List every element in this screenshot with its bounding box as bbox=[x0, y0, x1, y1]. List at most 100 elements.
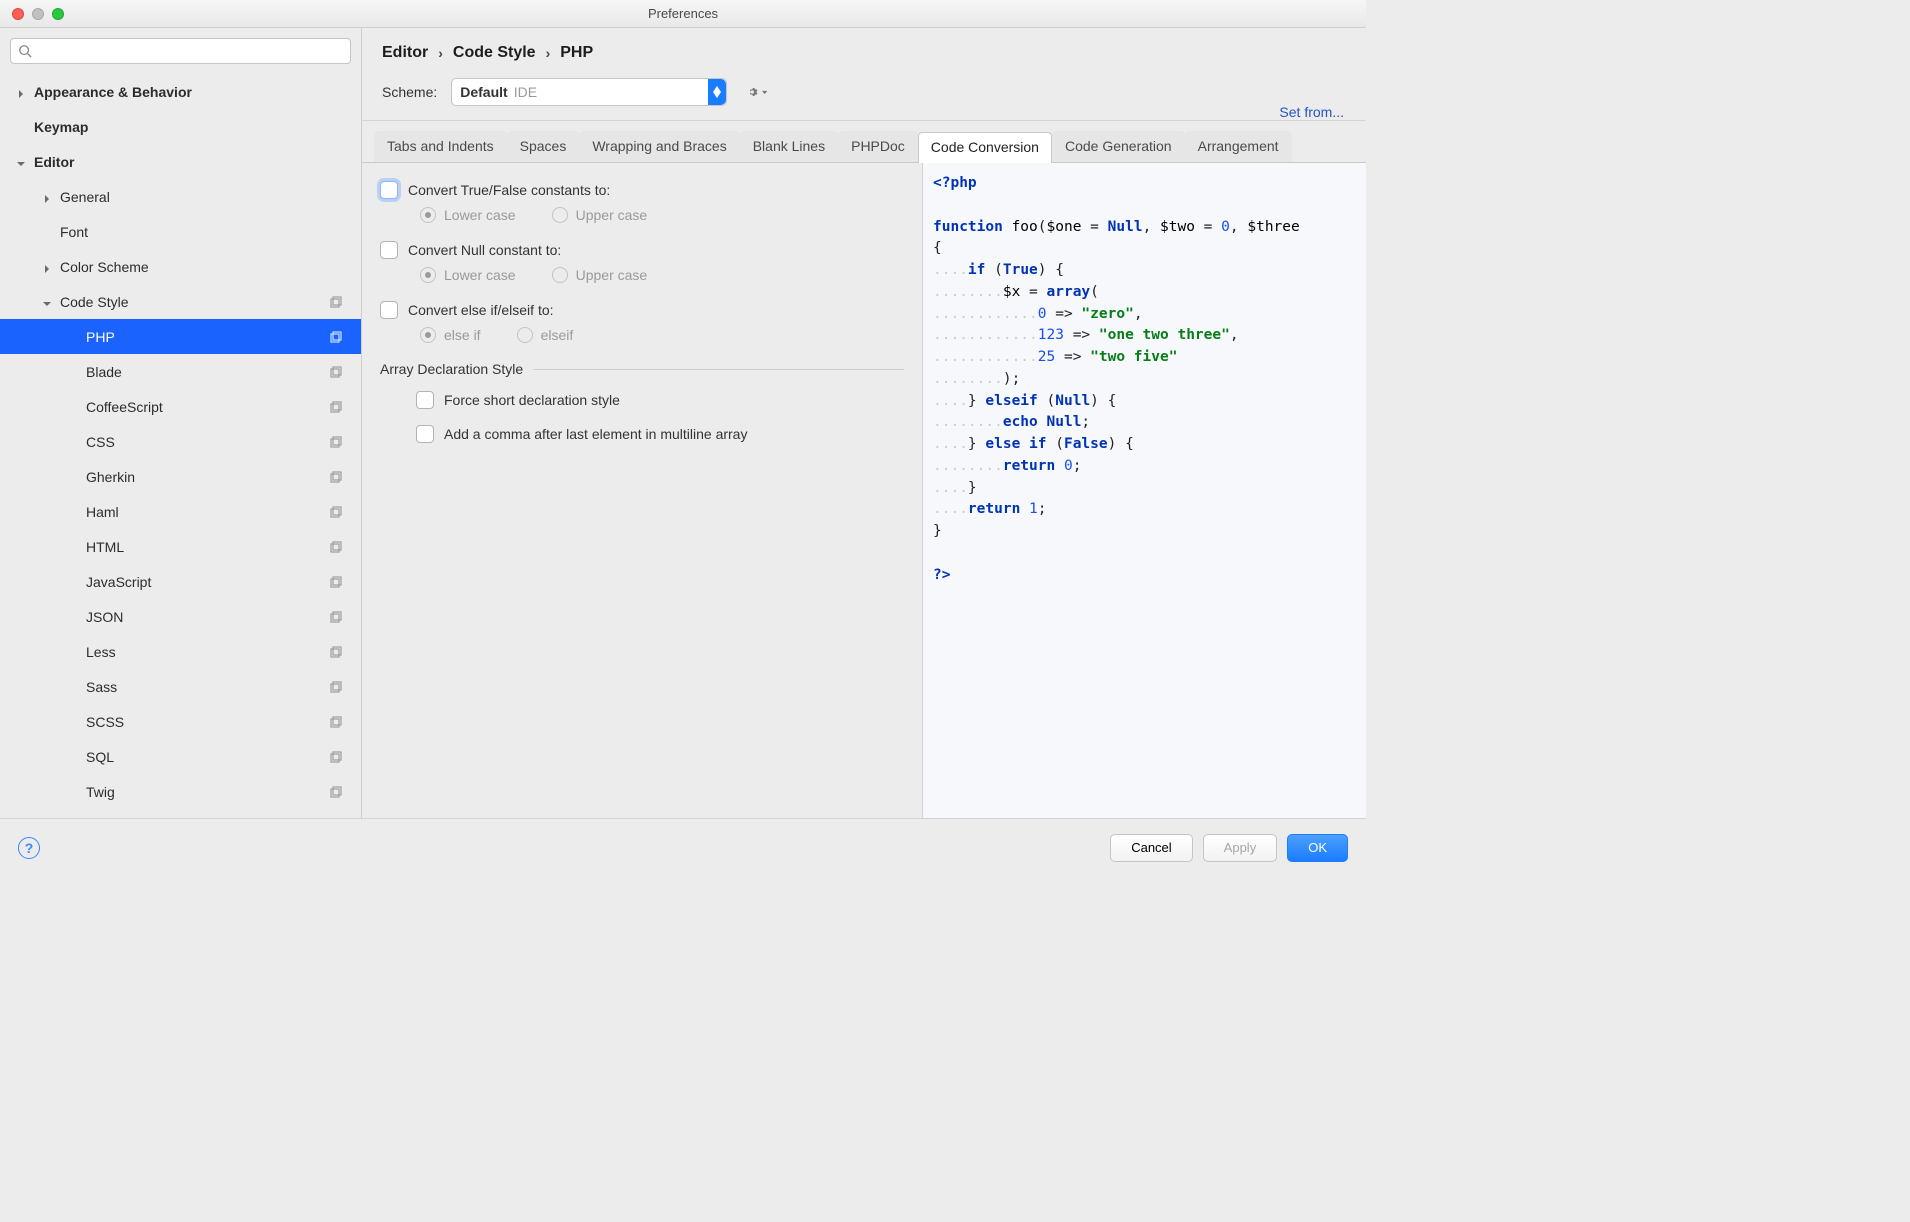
divider bbox=[533, 369, 904, 370]
copy-icon bbox=[329, 715, 343, 729]
tree-item-label: Font bbox=[60, 224, 88, 240]
convert-null-label: Convert Null constant to: bbox=[408, 242, 561, 258]
tree-item-label: Gherkin bbox=[86, 469, 135, 485]
settings-tree: Appearance & Behavior Keymap Editor General… bbox=[0, 72, 361, 818]
tab-arrangement[interactable]: Arrangement bbox=[1185, 131, 1292, 162]
tree-item-label: HTML bbox=[86, 539, 124, 555]
copy-icon bbox=[329, 750, 343, 764]
copy-icon bbox=[329, 610, 343, 624]
copy-icon bbox=[329, 645, 343, 659]
chevron-down-icon[interactable] bbox=[16, 157, 26, 167]
copy-icon bbox=[329, 365, 343, 379]
tree-item-label: Editor bbox=[34, 154, 74, 170]
tree-item-gherkin[interactable]: Gherkin bbox=[0, 459, 361, 494]
force-short-decl-label: Force short declaration style bbox=[444, 392, 620, 408]
chevron-right-icon[interactable] bbox=[16, 87, 26, 97]
tab-wrapping-and-braces[interactable]: Wrapping and Braces bbox=[579, 131, 739, 162]
tree-item-general[interactable]: General bbox=[0, 179, 361, 214]
copy-icon bbox=[329, 435, 343, 449]
tab-spaces[interactable]: Spaces bbox=[507, 131, 580, 162]
tab-code-conversion[interactable]: Code Conversion bbox=[918, 132, 1052, 163]
tree-item-font[interactable]: Font bbox=[0, 214, 361, 249]
tree-item-label: Haml bbox=[86, 504, 119, 520]
cancel-button[interactable]: Cancel bbox=[1110, 834, 1192, 862]
chevron-right-icon: › bbox=[546, 45, 551, 61]
tree-item-label: PHP bbox=[86, 329, 115, 345]
tree-item-label: CSS bbox=[86, 434, 115, 450]
add-trailing-comma-checkbox[interactable] bbox=[416, 425, 434, 443]
breadcrumb-php: PHP bbox=[560, 44, 593, 62]
tree-item-css[interactable]: CSS bbox=[0, 424, 361, 459]
tree-item-color-scheme[interactable]: Color Scheme bbox=[0, 249, 361, 284]
tree-item-keymap[interactable]: Keymap bbox=[0, 109, 361, 144]
chevron-right-icon[interactable] bbox=[42, 192, 52, 202]
tab-phpdoc[interactable]: PHPDoc bbox=[838, 131, 918, 162]
scheme-actions-button[interactable] bbox=[747, 82, 767, 102]
copy-icon bbox=[329, 680, 343, 694]
tab-blank-lines[interactable]: Blank Lines bbox=[740, 131, 838, 162]
elseif-joined-radio[interactable]: elseif bbox=[517, 327, 574, 343]
scheme-name: Default bbox=[460, 84, 507, 100]
code-preview: <?php function foo($one = Null, $two = 0… bbox=[922, 163, 1366, 818]
set-from-link[interactable]: Set from... bbox=[1279, 104, 1344, 120]
help-button[interactable]: ? bbox=[18, 837, 40, 859]
code-style-tabs: Tabs and IndentsSpacesWrapping and Brace… bbox=[362, 121, 1366, 163]
copy-icon bbox=[329, 540, 343, 554]
tree-item-appearance-behavior[interactable]: Appearance & Behavior bbox=[0, 74, 361, 109]
breadcrumb-editor[interactable]: Editor bbox=[382, 44, 428, 62]
chevron-right-icon[interactable] bbox=[42, 262, 52, 272]
tree-item-label: JavaScript bbox=[86, 574, 151, 590]
tree-item-twig[interactable]: Twig bbox=[0, 774, 361, 809]
ok-button[interactable]: OK bbox=[1287, 834, 1348, 862]
tab-code-generation[interactable]: Code Generation bbox=[1052, 131, 1185, 162]
search-icon bbox=[18, 44, 32, 58]
stepper-icon bbox=[708, 79, 726, 105]
apply-button[interactable]: Apply bbox=[1203, 834, 1278, 862]
tree-item-code-style[interactable]: Code Style bbox=[0, 284, 361, 319]
tree-item-haml[interactable]: Haml bbox=[0, 494, 361, 529]
true-false-upper-radio[interactable]: Upper case bbox=[552, 207, 648, 223]
null-lower-radio[interactable]: Lower case bbox=[420, 267, 516, 283]
tree-item-label: Color Scheme bbox=[60, 259, 149, 275]
copy-icon bbox=[329, 295, 343, 309]
convert-true-false-label: Convert True/False constants to: bbox=[408, 182, 610, 198]
copy-icon bbox=[329, 400, 343, 414]
convert-null-checkbox[interactable] bbox=[380, 241, 398, 259]
tree-item-php[interactable]: PHP bbox=[0, 319, 361, 354]
copy-icon bbox=[329, 330, 343, 344]
tree-item-sql[interactable]: SQL bbox=[0, 739, 361, 774]
search-input[interactable] bbox=[10, 38, 351, 64]
tree-item-label: Code Style bbox=[60, 294, 128, 310]
tree-item-label: Keymap bbox=[34, 119, 88, 135]
tree-item-label: SCSS bbox=[86, 714, 124, 730]
convert-elseif-checkbox[interactable] bbox=[380, 301, 398, 319]
options-pane: Convert True/False constants to: Lower c… bbox=[362, 163, 922, 818]
tree-item-html[interactable]: HTML bbox=[0, 529, 361, 564]
tree-item-label: SQL bbox=[86, 749, 114, 765]
copy-icon bbox=[329, 575, 343, 589]
titlebar: Preferences bbox=[0, 0, 1366, 28]
tree-item-blade[interactable]: Blade bbox=[0, 354, 361, 389]
breadcrumb-code-style[interactable]: Code Style bbox=[453, 44, 536, 62]
tree-item-coffeescript[interactable]: CoffeeScript bbox=[0, 389, 361, 424]
tree-item-sass[interactable]: Sass bbox=[0, 669, 361, 704]
tab-tabs-and-indents[interactable]: Tabs and Indents bbox=[374, 131, 507, 162]
tree-item-editor[interactable]: Editor bbox=[0, 144, 361, 179]
null-upper-radio[interactable]: Upper case bbox=[552, 267, 648, 283]
tree-item-less[interactable]: Less bbox=[0, 634, 361, 669]
scheme-label: Scheme: bbox=[382, 84, 437, 100]
convert-true-false-checkbox[interactable] bbox=[380, 181, 398, 199]
breadcrumb: Editor › Code Style › PHP bbox=[362, 28, 1366, 72]
chevron-down-icon[interactable] bbox=[42, 297, 52, 307]
scheme-select[interactable]: Default IDE bbox=[451, 78, 727, 106]
chevron-right-icon: › bbox=[438, 45, 443, 61]
true-false-lower-radio[interactable]: Lower case bbox=[420, 207, 516, 223]
elseif-spaced-radio[interactable]: else if bbox=[420, 327, 481, 343]
tree-item-scss[interactable]: SCSS bbox=[0, 704, 361, 739]
force-short-decl-checkbox[interactable] bbox=[416, 391, 434, 409]
preferences-sidebar: Appearance & Behavior Keymap Editor General… bbox=[0, 28, 362, 818]
tree-item-label: JSON bbox=[86, 609, 123, 625]
tree-item-json[interactable]: JSON bbox=[0, 599, 361, 634]
array-section-title: Array Declaration Style bbox=[380, 361, 523, 377]
tree-item-javascript[interactable]: JavaScript bbox=[0, 564, 361, 599]
